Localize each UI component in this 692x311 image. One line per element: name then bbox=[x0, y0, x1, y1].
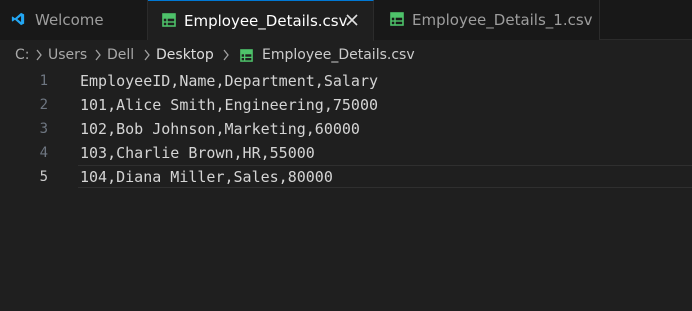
tab-employee-details[interactable]: Employee_Details.csv bbox=[148, 0, 374, 41]
editor-line[interactable]: 1 EmployeeID,Name,Department,Salary bbox=[0, 69, 692, 93]
line-content[interactable]: 104,Diana Miller,Sales,80000 bbox=[80, 167, 333, 187]
line-number: 5 bbox=[39, 169, 48, 185]
tab-welcome[interactable]: Welcome bbox=[0, 0, 148, 40]
editor-line[interactable]: 3 102,Bob Johnson,Marketing,60000 bbox=[0, 117, 692, 141]
vscode-logo-icon bbox=[11, 12, 25, 26]
tab-label: Employee_Details.csv bbox=[184, 12, 348, 30]
line-content[interactable]: EmployeeID,Name,Department,Salary bbox=[80, 71, 378, 91]
tab-label: Welcome bbox=[35, 11, 104, 29]
editor-window: Welcome Employee_Details.csv Employee_De… bbox=[0, 0, 692, 311]
csv-file-icon bbox=[162, 13, 176, 27]
line-content[interactable]: 103,Charlie Brown,HR,55000 bbox=[80, 143, 315, 163]
line-number: 3 bbox=[39, 121, 48, 137]
breadcrumb-item-dell[interactable]: Dell bbox=[107, 46, 134, 64]
line-content[interactable]: 102,Bob Johnson,Marketing,60000 bbox=[80, 119, 360, 139]
breadcrumb-item-file[interactable]: Employee_Details.csv bbox=[262, 46, 415, 64]
breadcrumb-item-desktop[interactable]: Desktop bbox=[156, 46, 214, 64]
breadcrumb: C: Users Dell Desktop Employee_Details.c… bbox=[0, 41, 692, 67]
line-content[interactable]: 101,Alice Smith,Engineering,75000 bbox=[80, 95, 378, 115]
chevron-right-icon bbox=[36, 49, 42, 61]
code-editor[interactable]: 1 EmployeeID,Name,Department,Salary 2 10… bbox=[0, 67, 692, 311]
line-number: 2 bbox=[39, 97, 48, 113]
chevron-right-icon bbox=[144, 49, 150, 61]
close-icon[interactable] bbox=[345, 13, 359, 27]
editor-line[interactable]: 4 103,Charlie Brown,HR,55000 bbox=[0, 141, 692, 165]
chevron-right-icon bbox=[223, 49, 229, 61]
breadcrumb-item-users[interactable]: Users bbox=[48, 46, 87, 64]
editor-line[interactable]: 2 101,Alice Smith,Engineering,75000 bbox=[0, 93, 692, 117]
line-number: 4 bbox=[39, 145, 48, 161]
csv-file-icon bbox=[240, 49, 253, 62]
breadcrumb-item-drive[interactable]: C: bbox=[15, 46, 30, 64]
editor-line-current[interactable]: 5 104,Diana Miller,Sales,80000 bbox=[0, 165, 692, 189]
chevron-right-icon bbox=[95, 49, 101, 61]
line-number: 1 bbox=[39, 73, 48, 89]
csv-file-icon bbox=[390, 12, 404, 26]
tab-bar: Welcome Employee_Details.csv Employee_De… bbox=[0, 0, 692, 41]
tab-employee-details-1[interactable]: Employee_Details_1.csv bbox=[374, 0, 600, 40]
tab-label: Employee_Details_1.csv bbox=[412, 11, 593, 29]
